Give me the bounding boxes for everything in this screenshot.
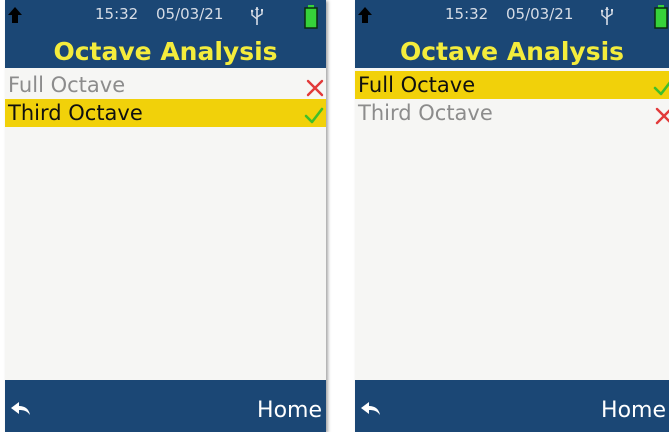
- usb-icon: [600, 6, 614, 30]
- option-label: Full Octave: [8, 73, 126, 97]
- page-title: Octave Analysis: [399, 36, 625, 66]
- check-icon: [304, 104, 324, 132]
- home-button[interactable]: Home: [601, 398, 666, 423]
- battery-icon: [654, 5, 668, 33]
- up-arrow-icon: [358, 7, 372, 27]
- option-label: Third Octave: [358, 101, 493, 125]
- status-date: 05/03/21: [156, 5, 224, 23]
- option-third-octave[interactable]: Third Octave: [5, 99, 326, 127]
- option-label: Third Octave: [8, 101, 143, 125]
- cross-icon: [655, 104, 669, 132]
- option-third-octave[interactable]: Third Octave: [355, 99, 669, 127]
- device-screen-right: 15:32 05/03/21 Octave Analysis Full Octa…: [355, 0, 669, 432]
- status-bar: 15:32 05/03/21: [355, 0, 669, 34]
- page-title: Octave Analysis: [53, 36, 278, 66]
- up-arrow-icon: [8, 7, 22, 27]
- status-time: 15:32: [445, 5, 489, 23]
- option-label: Full Octave: [358, 73, 476, 97]
- status-bar: 15:32 05/03/21: [5, 0, 326, 34]
- home-button[interactable]: Home: [257, 398, 322, 423]
- battery-icon: [304, 5, 318, 33]
- title-bar: Octave Analysis: [355, 34, 669, 68]
- back-arrow-icon[interactable]: [11, 402, 31, 422]
- device-screen-left: 15:32 05/03/21 Octave Analysis Full Octa…: [5, 0, 326, 432]
- option-full-octave[interactable]: Full Octave: [5, 71, 326, 99]
- title-bar: Octave Analysis: [5, 34, 326, 68]
- status-date: 05/03/21: [506, 5, 574, 23]
- status-time: 15:32: [95, 5, 139, 23]
- back-arrow-icon[interactable]: [361, 402, 381, 422]
- footer-bar: Home: [355, 380, 669, 432]
- option-full-octave[interactable]: Full Octave: [355, 71, 669, 99]
- footer-bar: Home: [5, 380, 326, 432]
- usb-icon: [250, 6, 264, 30]
